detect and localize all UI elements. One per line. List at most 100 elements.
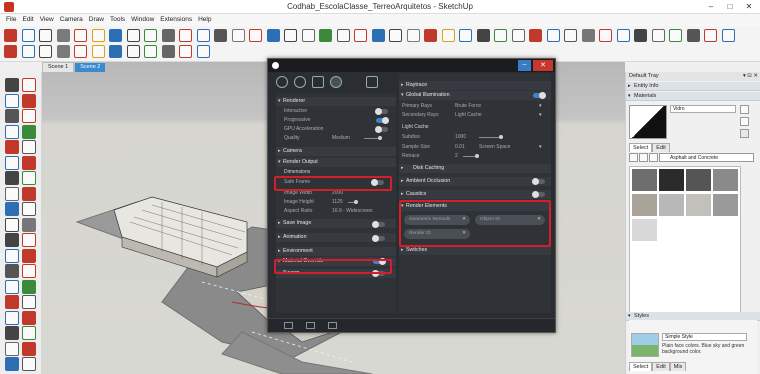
- toolbar-tool-icon[interactable]: [126, 45, 140, 58]
- menu-tools[interactable]: Tools: [107, 14, 128, 26]
- toolbar-tool-icon[interactable]: [476, 29, 490, 42]
- drawing-tool-icon[interactable]: [5, 124, 19, 139]
- image-height-slider[interactable]: [348, 200, 358, 204]
- toolbar-tool-icon[interactable]: [354, 29, 367, 42]
- toolbar-tool-icon[interactable]: [564, 29, 577, 42]
- render-settings-tab-icon[interactable]: [330, 76, 342, 88]
- subdivs-slider[interactable]: [479, 135, 503, 139]
- subdivs-value[interactable]: 1000: [455, 133, 466, 142]
- toolbar-tool-icon[interactable]: [371, 29, 385, 42]
- drawing-tool-icon[interactable]: [22, 186, 36, 201]
- toolbar-tool-icon[interactable]: [336, 29, 350, 42]
- drawing-tool-icon[interactable]: [5, 186, 19, 201]
- material-thumb[interactable]: [713, 169, 738, 191]
- frame-buffer-tab-icon[interactable]: [366, 76, 378, 88]
- menu-window[interactable]: Window: [128, 14, 157, 26]
- drawing-tool-icon[interactable]: [22, 233, 36, 247]
- drawing-tool-icon[interactable]: [22, 357, 36, 371]
- home-icon[interactable]: [649, 153, 658, 162]
- primary-rays-dropdown-icon[interactable]: ▾: [539, 102, 542, 111]
- section-ambient-occlusion[interactable]: Ambient Occlusion: [399, 177, 551, 186]
- material-thumb[interactable]: [686, 194, 711, 216]
- drawing-tool-icon[interactable]: [5, 78, 19, 92]
- toolbar-tool-icon[interactable]: [39, 29, 52, 42]
- toolbar-tool-icon[interactable]: [39, 45, 52, 58]
- toolbar-tool-icon[interactable]: [511, 29, 525, 42]
- secondary-rays-dropdown-icon[interactable]: ▾: [539, 111, 542, 120]
- section-global-illumination[interactable]: Global Illumination: [399, 91, 551, 100]
- drawing-tool-icon[interactable]: [22, 279, 36, 294]
- material-thumb[interactable]: [659, 194, 684, 216]
- toolbar-tool-icon[interactable]: [56, 29, 70, 42]
- drawing-tool-icon[interactable]: [5, 279, 19, 294]
- forward-arrow-icon[interactable]: [639, 153, 648, 162]
- drawing-tool-icon[interactable]: [5, 264, 19, 278]
- toolbar-tool-icon[interactable]: [686, 29, 700, 42]
- undo-icon[interactable]: [284, 322, 293, 329]
- primary-rays-value[interactable]: Brute Force: [455, 102, 481, 111]
- drawing-tool-icon[interactable]: [5, 217, 19, 232]
- drawing-tool-icon[interactable]: [5, 202, 19, 216]
- menu-draw[interactable]: Draw: [86, 14, 107, 26]
- sample-size-value[interactable]: 0.01: [455, 143, 465, 152]
- toolbar-tool-icon[interactable]: [126, 29, 140, 42]
- toolbar-tool-icon[interactable]: [196, 29, 210, 42]
- toolbar-tool-icon[interactable]: [74, 45, 87, 58]
- display-secondary-icon[interactable]: [740, 105, 749, 114]
- section-environment[interactable]: Environment: [276, 247, 396, 256]
- section-caustics[interactable]: Caustics: [399, 190, 551, 199]
- material-thumb[interactable]: [686, 169, 711, 191]
- drawing-tool-icon[interactable]: [22, 171, 36, 185]
- toolbar-tool-icon[interactable]: [581, 29, 595, 42]
- drawing-tool-icon[interactable]: [5, 109, 19, 123]
- toolbar-tool-icon[interactable]: [21, 45, 35, 58]
- toolbar-tool-icon[interactable]: [459, 29, 472, 42]
- drawing-tool-icon[interactable]: [22, 155, 36, 170]
- material-thumb[interactable]: [632, 194, 657, 216]
- retrace-value[interactable]: 2: [455, 152, 458, 161]
- toolbar-tool-icon[interactable]: [109, 45, 122, 58]
- vray-minimize-button[interactable]: –: [518, 60, 531, 71]
- menu-camera[interactable]: Camera: [57, 14, 86, 26]
- progressive-toggle[interactable]: [376, 117, 389, 124]
- toolbar-tool-icon[interactable]: [196, 45, 210, 58]
- vray-close-button[interactable]: ✕: [533, 60, 553, 71]
- save-icon[interactable]: [328, 322, 337, 329]
- panel-entity-info[interactable]: Entity Info: [626, 82, 760, 91]
- drawing-tool-icon[interactable]: [5, 341, 19, 356]
- gi-toggle[interactable]: [533, 92, 546, 99]
- tab-select[interactable]: Select: [629, 143, 653, 152]
- save-image-toggle[interactable]: [372, 221, 385, 228]
- drawing-tool-icon[interactable]: [5, 93, 19, 108]
- toolbar-tool-icon[interactable]: [144, 45, 157, 58]
- drawing-tool-icon[interactable]: [22, 341, 36, 356]
- tray-controls-icon[interactable]: ▾ ⊡ ✕: [743, 72, 758, 81]
- geometry-tab-icon[interactable]: [312, 76, 324, 88]
- sample-size-unit[interactable]: Screen Space: [479, 143, 510, 152]
- drawing-tool-icon[interactable]: [5, 248, 19, 263]
- toolbar-tool-icon[interactable]: [266, 29, 280, 42]
- material-thumb[interactable]: [632, 169, 657, 191]
- settings-tab-icon[interactable]: [276, 76, 288, 88]
- create-material-icon[interactable]: [740, 117, 749, 126]
- drawing-tool-icon[interactable]: [5, 326, 19, 340]
- drawing-tool-icon[interactable]: [5, 310, 19, 325]
- toolbar-tool-icon[interactable]: [249, 29, 262, 42]
- toolbar-tool-icon[interactable]: [651, 29, 665, 42]
- toolbar-tool-icon[interactable]: [56, 45, 70, 58]
- section-renderer[interactable]: Renderer: [276, 97, 396, 106]
- drawing-tool-icon[interactable]: [22, 78, 36, 92]
- section-disk-caching[interactable]: Disk Caching: [399, 164, 551, 173]
- drawing-tool-icon[interactable]: [5, 171, 19, 185]
- toolbar-tool-icon[interactable]: [4, 29, 17, 42]
- material-thumb[interactable]: [713, 194, 738, 216]
- material-thumb[interactable]: [659, 169, 684, 191]
- toolbar-tool-icon[interactable]: [634, 29, 647, 42]
- drawing-tool-icon[interactable]: [22, 326, 36, 340]
- animation-toggle[interactable]: [372, 235, 385, 242]
- caustics-toggle[interactable]: [532, 191, 545, 198]
- toolbar-tool-icon[interactable]: [74, 29, 87, 42]
- toolbar-tool-icon[interactable]: [144, 29, 157, 42]
- menu-view[interactable]: View: [37, 14, 57, 26]
- retrace-slider[interactable]: [463, 154, 479, 158]
